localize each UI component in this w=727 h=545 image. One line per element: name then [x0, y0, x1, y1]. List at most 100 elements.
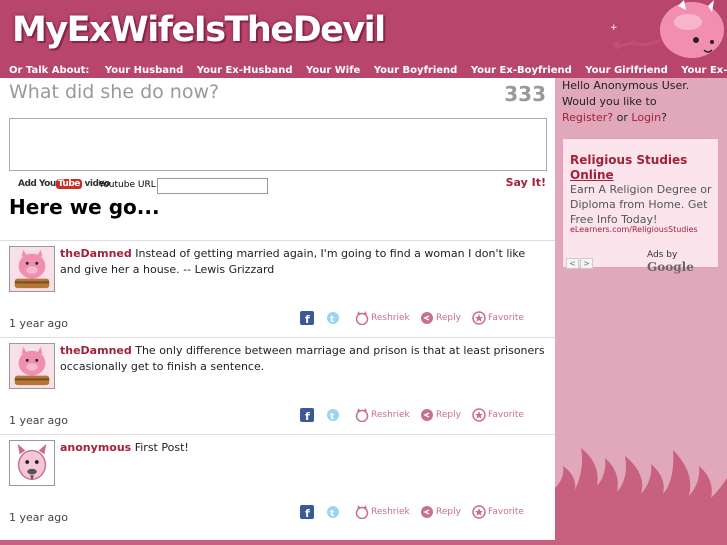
reshriek-button[interactable]: Reshriek [355, 310, 410, 326]
twitter-share-button[interactable]: t [326, 310, 342, 326]
facebook-icon: f [300, 504, 314, 519]
facebook-share-button[interactable]: f [300, 310, 316, 326]
reshriek-devil-icon [355, 407, 369, 422]
reply-icon [421, 311, 433, 324]
favorite-star-icon [472, 310, 486, 325]
ad-next-button[interactable]: > [580, 258, 593, 269]
sidebar: Hello Anonymous User. Would you like to … [555, 78, 727, 540]
svg-text:t: t [330, 315, 335, 325]
pig-avatar-icon[interactable] [9, 246, 55, 292]
reshriek-button[interactable]: Reshriek [355, 407, 410, 423]
svg-text:t: t [330, 412, 335, 422]
svg-text:+: + [610, 23, 618, 33]
post-textarea[interactable] [9, 118, 547, 171]
youtube-url-label: Youtube URL [99, 180, 156, 190]
facebook-share-button[interactable]: f [300, 504, 316, 520]
feed-item-age: 1 year ago [9, 414, 68, 427]
topic-link-your-wife[interactable]: Your Wife [306, 65, 360, 76]
favorite-button[interactable]: Favorite [472, 407, 524, 423]
reshriek-label: Reshriek [371, 313, 410, 323]
ad-prev-button[interactable]: < [566, 258, 579, 269]
reshriek-devil-icon [355, 310, 369, 325]
feed-item-username[interactable]: theDamned [60, 344, 132, 357]
site-header: MyExWifeIsTheDevil + Or Talk About: Your… [0, 0, 727, 78]
svg-text:t: t [330, 509, 335, 519]
favorite-label: Favorite [488, 313, 524, 323]
twitter-share-button[interactable]: t [326, 504, 342, 520]
topic-link-your-ex-girlfriend[interactable]: Your Ex- [681, 65, 727, 76]
reshriek-button[interactable]: Reshriek [355, 504, 410, 520]
twitter-icon: t [327, 311, 339, 325]
ad-title[interactable]: Religious Studies Online [570, 153, 715, 183]
topic-link-your-ex-boyfriend[interactable]: Your Ex-Boyfriend [471, 65, 572, 76]
reply-icon [421, 408, 433, 421]
youtube-url-input[interactable] [157, 178, 268, 194]
topic-link-your-girlfriend[interactable]: Your Girlfriend [585, 65, 668, 76]
say-it-button[interactable]: Say It! [490, 176, 546, 189]
feed-list: theDamned Instead of getting married aga… [0, 240, 555, 531]
youtube-badge-prefix: Add You [18, 179, 56, 189]
feed-item-age: 1 year ago [9, 511, 68, 524]
feed-item-username[interactable]: anonymous [60, 441, 131, 454]
favorite-star-icon [472, 504, 486, 519]
reshriek-label: Reshriek [371, 507, 410, 517]
facebook-icon: f [300, 310, 314, 325]
ad-title-line1[interactable]: Religious Studies [570, 153, 715, 168]
main-content: What did she do now? 333 Add You Tube vid… [0, 78, 555, 540]
reply-button[interactable]: Reply [420, 504, 461, 520]
twitter-icon: t [327, 505, 339, 519]
pig-avatar-icon[interactable] [9, 343, 55, 389]
svg-text:f: f [305, 410, 310, 422]
reply-label: Reply [436, 507, 461, 517]
auth-links: Register? or Login? [562, 110, 727, 126]
youtube-logo-icon: Tube [55, 179, 82, 189]
add-youtube-video-badge: Add You Tube video [18, 179, 110, 189]
auth-qmark: ? [661, 111, 667, 124]
favorite-label: Favorite [488, 410, 524, 420]
login-link[interactable]: Login [631, 111, 661, 124]
topic-nav-lead: Or Talk About: [9, 65, 90, 76]
devil-avatar-icon[interactable] [9, 440, 55, 486]
character-counter: 333 [504, 82, 546, 106]
ads-by-google[interactable]: Ads by Google [647, 250, 718, 274]
reshriek-label: Reshriek [371, 410, 410, 420]
reply-icon [421, 505, 433, 518]
feed-item-message: First Post! [134, 441, 189, 454]
reshriek-devil-icon [355, 504, 369, 519]
devil-pig-mascot-icon: + [610, 0, 724, 58]
google-ad-unit: Religious Studies Online Earn A Religion… [562, 138, 719, 274]
svg-text:f: f [305, 507, 310, 519]
feed-item-username[interactable]: theDamned [60, 247, 132, 260]
ad-title-line2[interactable]: Online [570, 168, 715, 183]
twitter-share-button[interactable]: t [326, 407, 342, 423]
topic-link-your-husband[interactable]: Your Husband [105, 65, 183, 76]
feed-item-age: 1 year ago [9, 317, 68, 330]
topic-link-your-ex-husband[interactable]: Your Ex-Husband [197, 65, 293, 76]
feed-item-message: The only difference between marriage and… [60, 344, 545, 373]
feed-item: theDamned The only difference between ma… [0, 337, 555, 434]
ad-body: Earn A Religion Degree or Diploma from H… [570, 183, 712, 226]
feed-item-text: theDamned Instead of getting married aga… [60, 246, 545, 278]
topic-link-your-boyfriend[interactable]: Your Boyfriend [374, 65, 458, 76]
feed-title: Here we go... [9, 195, 160, 219]
feed-item-text: anonymous First Post! [60, 440, 545, 456]
facebook-share-button[interactable]: f [300, 407, 316, 423]
reply-label: Reply [436, 313, 461, 323]
auth-or: or [616, 111, 628, 124]
favorite-button[interactable]: Favorite [472, 504, 524, 520]
reply-button[interactable]: Reply [420, 310, 461, 326]
greeting-prompt: Would you like to [562, 95, 657, 108]
favorite-button[interactable]: Favorite [472, 310, 524, 326]
register-link[interactable]: Register? [562, 111, 613, 124]
ad-url[interactable]: eLearners.com/ReligiousStudies [570, 225, 698, 234]
topic-nav: Or Talk About: Your Husband Your Ex-Husb… [0, 64, 727, 78]
reply-button[interactable]: Reply [420, 407, 461, 423]
twitter-icon: t [327, 408, 339, 422]
user-greeting: Hello Anonymous User. Would you like to … [562, 78, 727, 126]
feed-item: theDamned Instead of getting married aga… [0, 240, 555, 337]
greeting-line: Hello Anonymous User. [562, 79, 690, 92]
site-logo[interactable]: MyExWifeIsTheDevil [12, 8, 386, 52]
feed-item: anonymous First Post! 1 year ago f t Res… [0, 434, 555, 531]
flames-decoration-icon [555, 448, 727, 540]
favorite-star-icon [472, 407, 486, 422]
